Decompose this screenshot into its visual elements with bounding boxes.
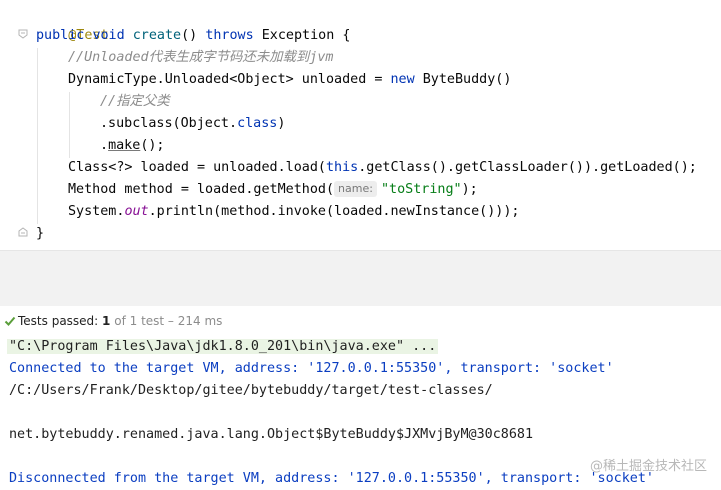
keyword: class: [237, 116, 278, 131]
code-text: Class<?> loaded = unloaded.load(: [68, 160, 326, 175]
code-line-7: .make();: [100, 135, 165, 157]
code-line-11: }: [36, 223, 44, 245]
keyword: public: [36, 28, 85, 43]
indent-guide: [69, 92, 70, 158]
keyword: new: [390, 72, 415, 87]
code-text: .getClass().getClassLoader()).getLoaded(…: [358, 160, 697, 175]
test-status-text: Tests passed: 1 of 1 test – 214 ms: [18, 306, 222, 336]
static-field: out: [124, 204, 149, 219]
keyword: throws: [205, 28, 254, 43]
passed-count: 1: [102, 314, 111, 328]
code-line-8: Class<?> loaded = unloaded.load(this.get…: [68, 157, 697, 179]
code-line-3: //Unloaded代表生成字节码还未加载到jvm: [68, 47, 334, 69]
code-line-6: .subclass(Object.class): [100, 113, 285, 135]
code-text: (): [181, 28, 206, 43]
code-text: ): [277, 116, 286, 131]
code-text: DynamicType.Unloaded<Object> unloaded =: [68, 72, 391, 87]
code-text: ByteBuddy(): [414, 72, 512, 87]
code-text: ();: [140, 138, 165, 153]
method-call-make: make: [108, 138, 141, 153]
console-line: net.bytebuddy.renamed.java.lang.Object$B…: [9, 427, 534, 442]
console-line: "C:\Program Files\Java\jdk1.8.0_201\bin\…: [7, 336, 439, 358]
watermark: @稀土掘金技术社区: [589, 459, 707, 474]
code-text: Exception {: [253, 28, 351, 43]
comment-text: //Unloaded代表生成字节码还未加载到jvm: [68, 50, 334, 65]
string-literal: "toString": [380, 182, 462, 197]
code-text: Method method = loaded.getMethod(: [68, 182, 335, 197]
console-line: /C:/Users/Frank/Desktop/gitee/bytebuddy/…: [9, 383, 493, 398]
code-line-4: DynamicType.Unloaded<Object> unloaded = …: [68, 69, 511, 91]
status-detail: of 1 test – 214 ms: [114, 314, 223, 328]
console-line: Disconnected from the target VM, address…: [9, 471, 654, 486]
fold-marker-icon[interactable]: [18, 29, 28, 39]
check-icon: [4, 316, 16, 326]
console-command: "C:\Program Files\Java\jdk1.8.0_201\bin\…: [7, 339, 439, 354]
console-line: Connected to the target VM, address: '12…: [9, 361, 614, 376]
code-line-2: public void create() throws Exception {: [36, 25, 350, 47]
status-label: Tests passed:: [18, 314, 99, 328]
code-text: }: [36, 226, 45, 241]
keyword: this: [325, 160, 359, 175]
indent-guide: [37, 48, 38, 224]
code-line-10: System.out.println(method.invoke(loaded.…: [68, 201, 519, 223]
code-text: .subclass(Object.: [100, 116, 238, 131]
code-line-5: //指定父类: [100, 91, 170, 113]
code-text: .println(method.invoke(loaded.newInstanc…: [148, 204, 520, 219]
code-line-1: @Test: [36, 3, 108, 43]
code-editor[interactable]: @Test public void create() throws Except…: [0, 0, 721, 250]
code-text: System.: [68, 204, 125, 219]
test-status-bar: Tests passed: 1 of 1 test – 214 ms: [0, 306, 721, 336]
panel-splitter[interactable]: [0, 250, 721, 308]
parameter-hint: name:: [334, 181, 377, 197]
code-line-9: Method method = loaded.getMethod(name: "t…: [68, 179, 478, 201]
code-text: .: [100, 138, 109, 153]
fold-end-marker-icon[interactable]: [18, 227, 28, 237]
method-name: create: [132, 28, 182, 43]
code-text: );: [461, 182, 478, 197]
comment-text: //指定父类: [100, 94, 170, 109]
keyword: void: [92, 28, 125, 43]
